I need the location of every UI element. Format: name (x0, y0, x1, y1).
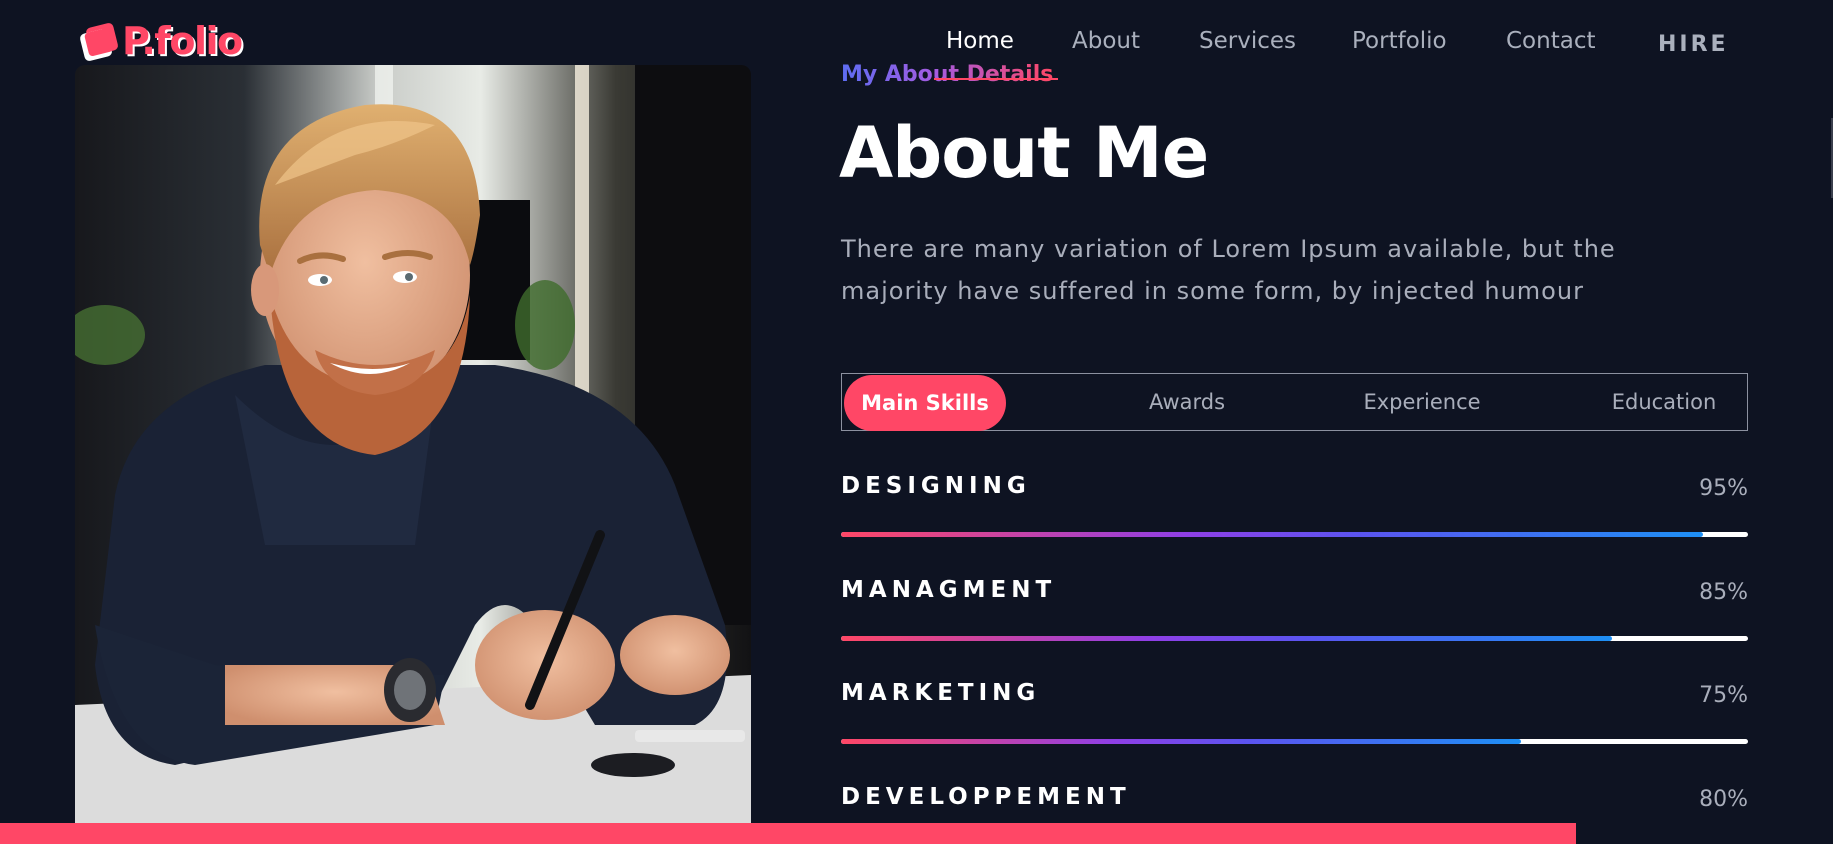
skill-progress-fill (841, 636, 1612, 641)
hire-button[interactable]: HIRE (1658, 32, 1729, 57)
nav-home[interactable]: Home (946, 28, 1014, 54)
skill-progress-track (841, 636, 1748, 641)
skill-name: DEVELOPPEMENT (841, 784, 1131, 810)
skill-progress-fill (841, 739, 1522, 744)
skill-name: MANAGMENT (841, 577, 1057, 603)
skill-percent: 85% (1699, 580, 1748, 605)
skill-tabs: Main Skills Awards Experience Education (841, 373, 1748, 431)
nav-about[interactable]: About (1072, 28, 1140, 54)
skill-progress-track (841, 532, 1748, 537)
skill-name: MARKETING (841, 680, 1041, 706)
skill-percent: 80% (1699, 787, 1748, 812)
profile-photo (75, 65, 751, 825)
eyebrow-underline (934, 78, 1058, 80)
nav-contact[interactable]: Contact (1506, 28, 1595, 54)
nav-services[interactable]: Services (1199, 28, 1296, 54)
tab-education[interactable]: Education (1594, 374, 1734, 432)
skill-progress-track (841, 739, 1748, 744)
section-eyebrow: My About Details (841, 62, 1054, 87)
logo[interactable]: P.folio (79, 19, 243, 63)
nav-portfolio[interactable]: Portfolio (1352, 28, 1447, 54)
skill-percent: 95% (1699, 476, 1748, 501)
tab-awards[interactable]: Awards (1117, 374, 1257, 432)
skill-percent: 75% (1699, 683, 1748, 708)
logo-icon (79, 22, 119, 62)
page-title: About Me (839, 112, 1209, 194)
skill-name: DESIGNING (841, 473, 1031, 499)
page: P.folio Home About Services Portfolio Co… (0, 0, 1833, 844)
scroll-progress-bar (0, 823, 1577, 844)
tab-main-skills[interactable]: Main Skills (844, 375, 1006, 431)
tab-experience[interactable]: Experience (1342, 374, 1502, 432)
skill-progress-fill (841, 532, 1703, 537)
logo-text: P.folio (122, 19, 243, 63)
about-description: There are many variation of Lorem Ipsum … (841, 235, 1616, 305)
